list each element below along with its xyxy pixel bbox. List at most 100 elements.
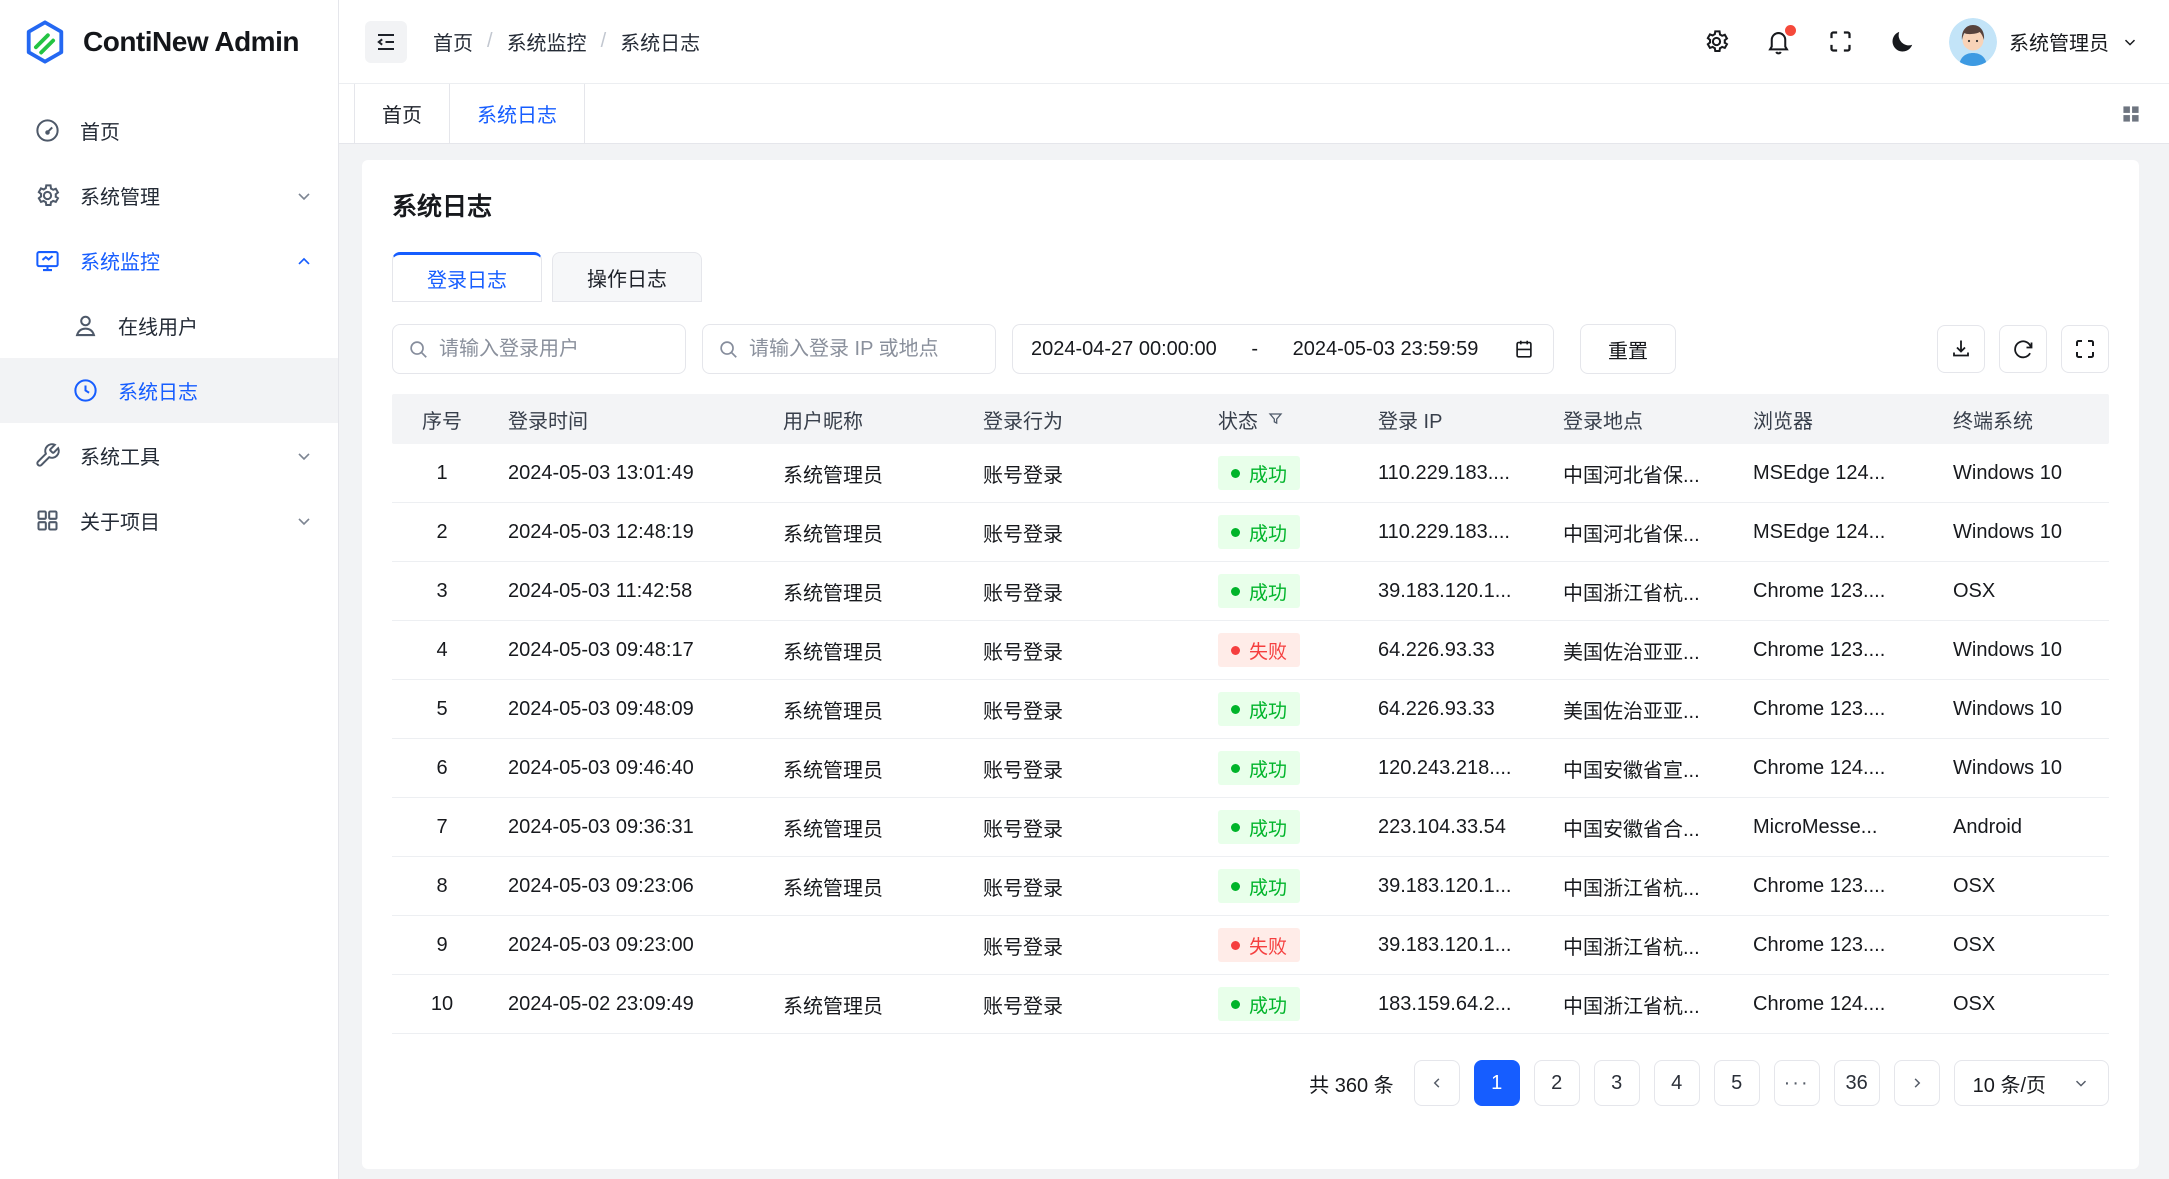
sidebar-item-label: 关于项目 xyxy=(80,506,160,535)
cell-os: OSX xyxy=(1937,934,2109,957)
cell-location: 中国河北省保... xyxy=(1547,459,1737,488)
tab-home[interactable]: 首页 xyxy=(354,84,450,143)
status-badge: 成功 xyxy=(1218,810,1300,844)
cell-ip: 39.183.120.1... xyxy=(1362,934,1547,957)
chevron-down-icon xyxy=(294,186,314,206)
cell-browser: Chrome 123.... xyxy=(1737,698,1937,721)
cell-ip: 64.226.93.33 xyxy=(1362,698,1547,721)
sidebar-item-home[interactable]: 首页 xyxy=(0,98,338,163)
page-button[interactable]: 36 xyxy=(1834,1060,1880,1106)
settings-button[interactable] xyxy=(1701,27,1731,57)
dark-mode-button[interactable] xyxy=(1887,27,1917,57)
cell-no: 1 xyxy=(392,462,492,485)
breadcrumb-item-log[interactable]: 系统日志 xyxy=(620,27,700,56)
table-row[interactable]: 102024-05-02 23:09:49系统管理员账号登录成功183.159.… xyxy=(392,975,2109,1034)
notification-badge xyxy=(1785,25,1796,36)
column-header: 登录时间 xyxy=(492,405,767,434)
main-area: 首页 / 系统监控 / 系统日志 xyxy=(339,0,2169,1179)
cell-location: 中国安徽省宣... xyxy=(1547,754,1737,783)
cell-browser: Chrome 123.... xyxy=(1737,934,1937,957)
cell-nickname: 系统管理员 xyxy=(767,990,967,1019)
sidebar-item-system-tools[interactable]: 系统工具 xyxy=(0,423,338,488)
cell-status: 成功 xyxy=(1202,515,1362,549)
tab-list-button[interactable] xyxy=(2113,96,2149,132)
page-button[interactable]: 5 xyxy=(1714,1060,1760,1106)
user-menu[interactable]: 系统管理员 xyxy=(1949,18,2139,66)
cell-location: 中国河北省保... xyxy=(1547,518,1737,547)
cell-os: Windows 10 xyxy=(1937,757,2109,780)
breadcrumb-separator: / xyxy=(587,30,621,53)
sidebar-item-label: 系统监控 xyxy=(80,246,160,275)
breadcrumb-item-monitor[interactable]: 系统监控 xyxy=(507,27,587,56)
table-row[interactable]: 32024-05-03 11:42:58系统管理员账号登录成功39.183.12… xyxy=(392,562,2109,621)
cell-status: 失败 xyxy=(1202,633,1362,667)
download-icon xyxy=(1949,337,1973,361)
page-size-select[interactable]: 10 条/页 xyxy=(1954,1060,2109,1106)
sidebar-item-system-management[interactable]: 系统管理 xyxy=(0,163,338,228)
cell-action: 账号登录 xyxy=(967,813,1202,842)
table-row[interactable]: 62024-05-03 09:46:40系统管理员账号登录成功120.243.2… xyxy=(392,739,2109,798)
table-toolbar xyxy=(1937,325,2109,373)
tab-system-log[interactable]: 系统日志 xyxy=(450,84,585,143)
chevron-down-icon xyxy=(2072,1074,2090,1092)
user-name: 系统管理员 xyxy=(2009,27,2109,56)
page-button[interactable]: 1 xyxy=(1474,1060,1520,1106)
column-label: 浏览器 xyxy=(1753,405,1813,434)
cell-status: 成功 xyxy=(1202,987,1362,1021)
cell-time: 2024-05-02 23:09:49 xyxy=(492,993,767,1016)
subtab-operation-log[interactable]: 操作日志 xyxy=(552,252,702,302)
cell-status: 成功 xyxy=(1202,869,1362,903)
cell-status: 成功 xyxy=(1202,456,1362,490)
app-title: ContiNew Admin xyxy=(83,26,299,58)
page-button[interactable]: 3 xyxy=(1594,1060,1640,1106)
sidebar-collapse-button[interactable] xyxy=(365,21,407,63)
table-row[interactable]: 82024-05-03 09:23:06系统管理员账号登录成功39.183.12… xyxy=(392,857,2109,916)
system-log-card: 系统日志 登录日志 操作日志 xyxy=(362,160,2139,1169)
table-row[interactable]: 72024-05-03 09:36:31系统管理员账号登录成功223.104.3… xyxy=(392,798,2109,857)
refresh-button[interactable] xyxy=(1999,325,2047,373)
cell-os: Windows 10 xyxy=(1937,462,2109,485)
monitor-icon xyxy=(34,247,61,274)
table-row[interactable]: 92024-05-03 09:23:00账号登录失败39.183.120.1..… xyxy=(392,916,2109,975)
ip-search-input[interactable] xyxy=(749,338,981,361)
table-fullscreen-button[interactable] xyxy=(2061,325,2109,373)
notifications-button[interactable] xyxy=(1763,27,1793,57)
user-search-input[interactable] xyxy=(439,338,671,361)
breadcrumb-item-home[interactable]: 首页 xyxy=(433,27,473,56)
subtab-login-log[interactable]: 登录日志 xyxy=(392,252,542,302)
table-row[interactable]: 52024-05-03 09:48:09系统管理员账号登录成功64.226.93… xyxy=(392,680,2109,739)
date-range-picker[interactable]: 2024-04-27 00:00:00 - 2024-05-03 23:59:5… xyxy=(1012,324,1554,374)
chevron-down-icon xyxy=(294,446,314,466)
cell-time: 2024-05-03 09:46:40 xyxy=(492,757,767,780)
page-button[interactable]: 4 xyxy=(1654,1060,1700,1106)
sidebar-item-about[interactable]: 关于项目 xyxy=(0,488,338,553)
cell-nickname: 系统管理员 xyxy=(767,695,967,724)
sidebar-item-online-users[interactable]: 在线用户 xyxy=(0,293,338,358)
app-root: ContiNew Admin 首页 系统管理 系统监控 在线用户 xyxy=(0,0,2169,1179)
cell-browser: Chrome 123.... xyxy=(1737,639,1937,662)
sidebar: ContiNew Admin 首页 系统管理 系统监控 在线用户 xyxy=(0,0,339,1179)
cell-os: OSX xyxy=(1937,993,2109,1016)
chevron-down-icon xyxy=(294,511,314,531)
sidebar-item-system-log[interactable]: 系统日志 xyxy=(0,358,338,423)
export-button[interactable] xyxy=(1937,325,1985,373)
next-page-button[interactable] xyxy=(1894,1060,1940,1106)
sidebar-menu: 首页 系统管理 系统监控 在线用户 系统日志 系统工具 xyxy=(0,84,338,553)
sidebar-item-system-monitor[interactable]: 系统监控 xyxy=(0,228,338,293)
column-header: 登录 IP xyxy=(1362,405,1547,434)
table-row[interactable]: 42024-05-03 09:48:17系统管理员账号登录失败64.226.93… xyxy=(392,621,2109,680)
column-label: 序号 xyxy=(422,405,462,434)
column-header: 序号 xyxy=(392,405,492,434)
prev-page-button[interactable] xyxy=(1414,1060,1460,1106)
cell-action: 账号登录 xyxy=(967,518,1202,547)
cell-no: 9 xyxy=(392,934,492,957)
fullscreen-button[interactable] xyxy=(1825,27,1855,57)
reset-button[interactable]: 重置 xyxy=(1580,324,1676,374)
log-subtabs: 登录日志 操作日志 xyxy=(392,252,2109,302)
table-row[interactable]: 22024-05-03 12:48:19系统管理员账号登录成功110.229.1… xyxy=(392,503,2109,562)
page-button[interactable]: 2 xyxy=(1534,1060,1580,1106)
column-header[interactable]: 状态 xyxy=(1202,405,1362,434)
table-row[interactable]: 12024-05-03 13:01:49系统管理员账号登录成功110.229.1… xyxy=(392,444,2109,503)
column-label: 登录时间 xyxy=(508,405,588,434)
page-ellipsis-button[interactable]: ··· xyxy=(1774,1060,1820,1106)
